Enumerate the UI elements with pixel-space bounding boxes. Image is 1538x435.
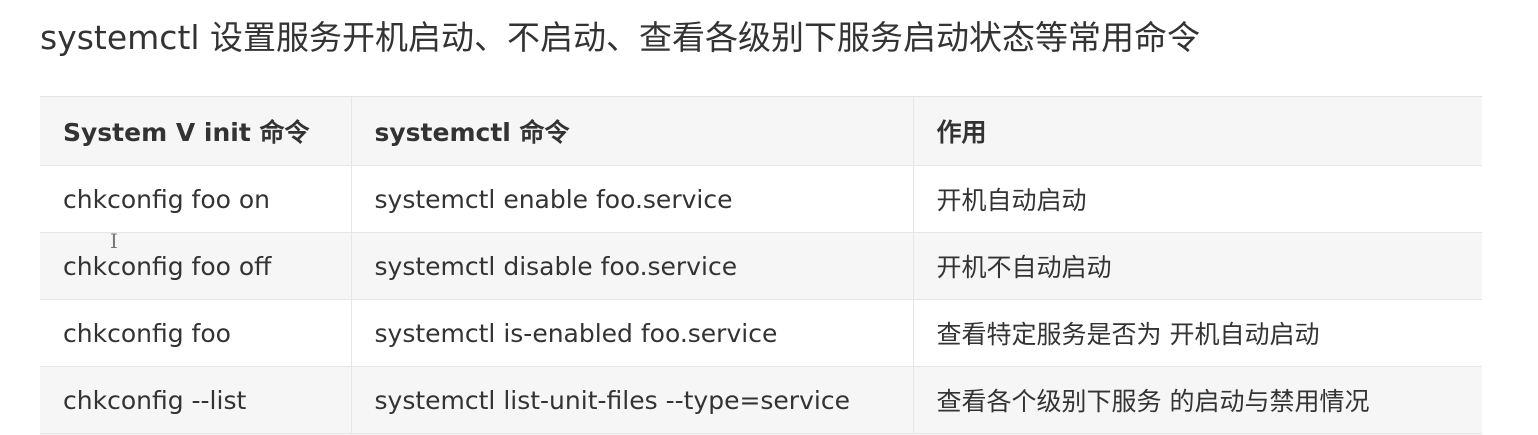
page-heading: systemctl 设置服务开机启动、不启动、查看各级别下服务启动状态等常用命令 — [40, 18, 1201, 57]
header-purpose: 作用 — [913, 97, 1482, 166]
commands-table-container: System V init 命令 systemctl 命令 作用 chkconf… — [40, 96, 1482, 435]
cell-systemctl-command: systemctl disable foo.service — [351, 232, 914, 300]
cell-systemctl-command: systemctl enable foo.service — [351, 165, 914, 233]
cell-systemctl-command: systemctl is-enabled foo.service — [351, 299, 914, 367]
table-row: chkconfig foo systemctl is-enabled foo.s… — [40, 299, 1482, 367]
cell-systemctl-command: systemctl list-unit-files --type=service — [351, 366, 914, 434]
cell-sysvinit-command: chkconfig foo on — [40, 165, 352, 233]
table-row: chkconfig foo off systemctl disable foo.… — [40, 232, 1482, 300]
table-header-row: System V init 命令 systemctl 命令 作用 — [40, 97, 1482, 166]
text-cursor-icon: I — [110, 229, 118, 253]
cell-purpose: 开机不自动启动 — [913, 232, 1482, 300]
commands-table: System V init 命令 systemctl 命令 作用 chkconf… — [40, 97, 1482, 434]
cell-sysvinit-command: chkconfig foo off — [40, 232, 352, 300]
table-row: chkconfig --list systemctl list-unit-fil… — [40, 366, 1482, 434]
table-row: chkconfig foo on systemctl enable foo.se… — [40, 165, 1482, 233]
header-sysvinit-command: System V init 命令 — [40, 97, 352, 166]
cell-purpose: 查看各个级别下服务 的启动与禁用情况 — [913, 366, 1482, 434]
cell-purpose: 查看特定服务是否为 开机自动启动 — [913, 299, 1482, 367]
cell-sysvinit-command: chkconfig --list — [40, 366, 352, 434]
cell-sysvinit-command: chkconfig foo — [40, 299, 352, 367]
header-systemctl-command: systemctl 命令 — [351, 97, 914, 166]
cell-purpose: 开机自动启动 — [913, 165, 1482, 233]
